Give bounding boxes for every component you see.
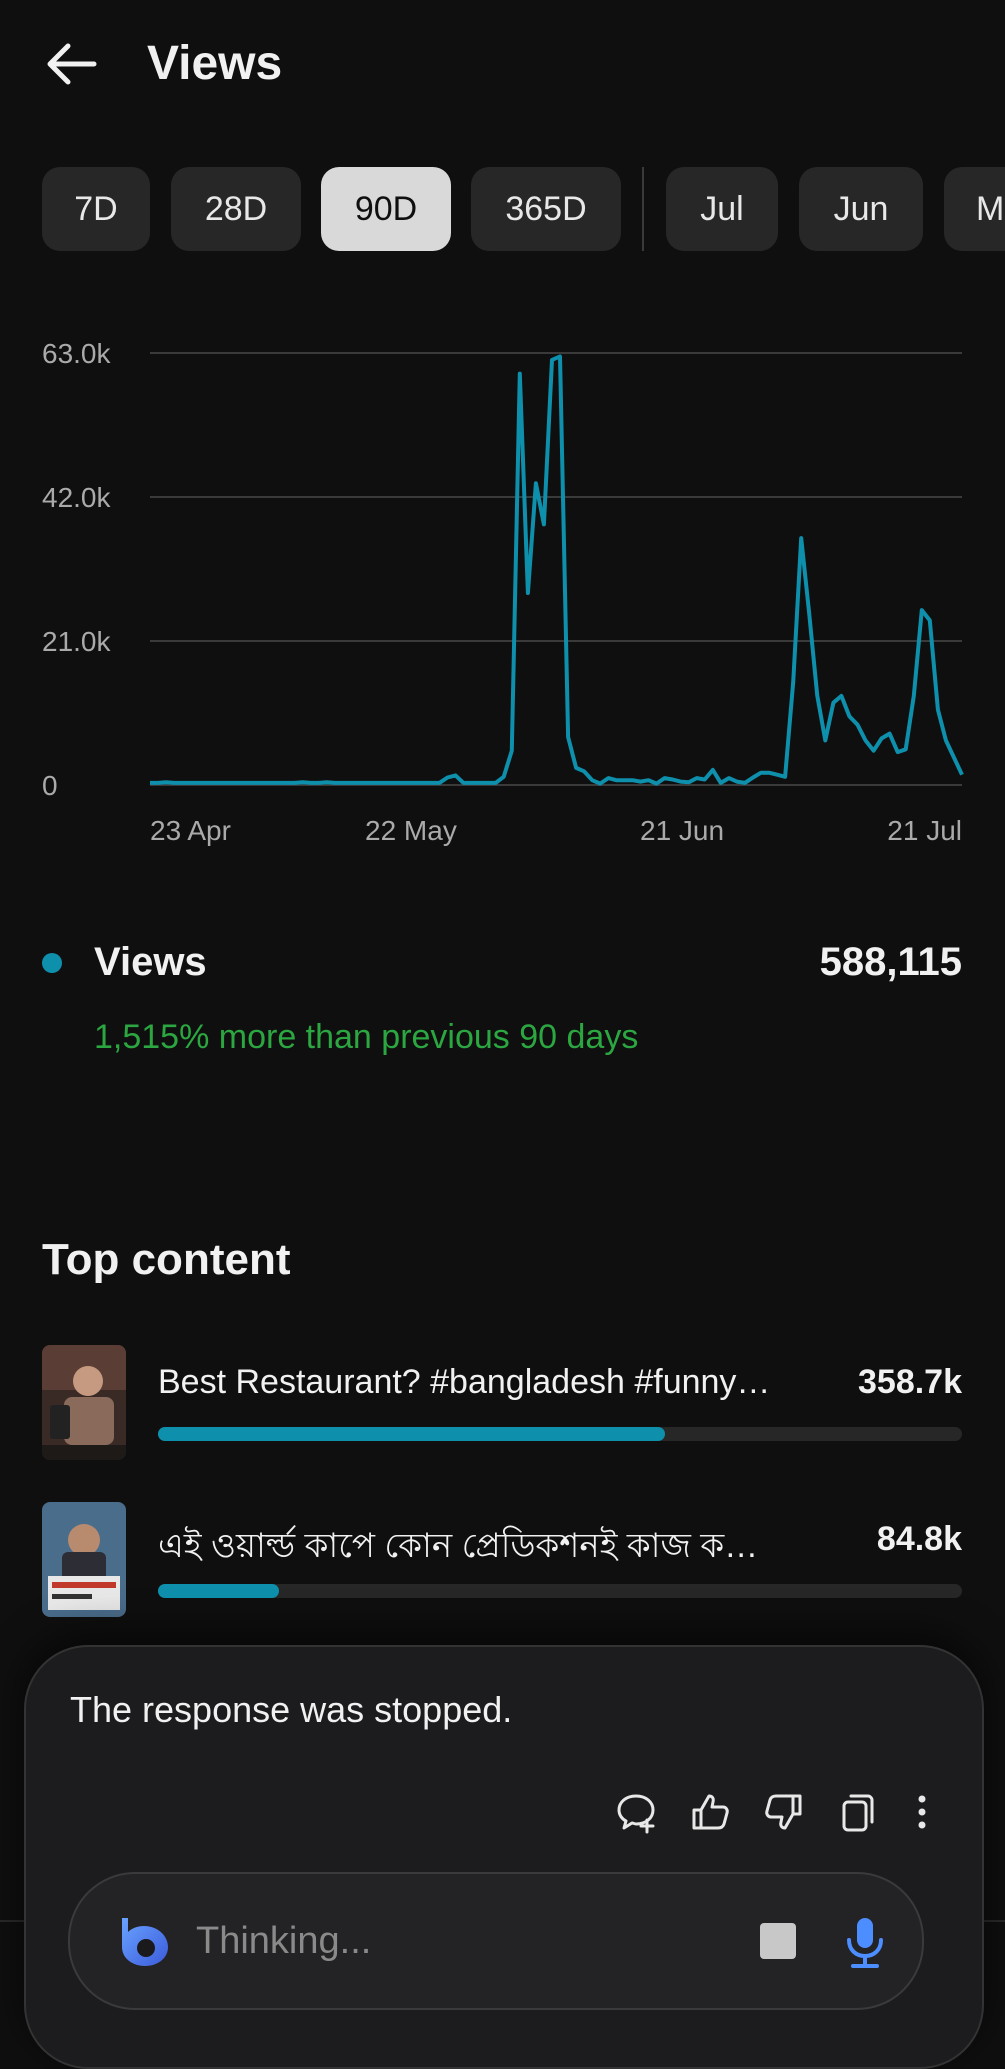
chip-365d[interactable]: 365D xyxy=(471,167,621,251)
chip-may[interactable]: M xyxy=(944,167,1005,251)
chip-divider xyxy=(642,167,644,251)
views-bar-fill xyxy=(158,1584,279,1598)
copy-icon[interactable] xyxy=(828,1777,888,1847)
content-title: এই ওয়ার্ল্ড কাপে কোন প্রেডিকশনই কাজ ক… xyxy=(158,1527,759,1565)
x-tick-label: 23 Apr xyxy=(150,815,231,846)
y-tick-label: 21.0k xyxy=(42,626,111,657)
stop-icon[interactable] xyxy=(760,1923,796,1959)
new-chat-icon[interactable] xyxy=(606,1777,666,1847)
y-tick-label: 42.0k xyxy=(42,482,111,513)
back-arrow-icon[interactable] xyxy=(42,34,102,94)
page-title: Views xyxy=(147,37,283,90)
views-bar xyxy=(158,1584,962,1598)
assistant-message: The response was stopped. xyxy=(70,1689,513,1730)
content-views: 84.8k xyxy=(876,1520,962,1558)
microphone-icon[interactable] xyxy=(840,1914,890,1970)
metric-summary: Views 588,115 1,515% more than previous … xyxy=(42,930,962,1070)
chip-label: Jul xyxy=(700,189,744,228)
thumbs-up-icon[interactable] xyxy=(680,1777,740,1847)
prompt-input[interactable]: Thinking... xyxy=(68,1872,924,2010)
y-tick-label: 0 xyxy=(42,770,58,801)
section-title: Top content xyxy=(42,1235,291,1284)
chip-90d[interactable]: 90D xyxy=(321,167,451,251)
views-bar-fill xyxy=(158,1427,665,1441)
input-placeholder: Thinking... xyxy=(196,1920,372,1962)
chip-label: 28D xyxy=(204,189,268,228)
thumbs-down-icon[interactable] xyxy=(754,1777,814,1847)
x-tick-label: 22 May xyxy=(365,815,457,846)
more-vert-icon[interactable] xyxy=(892,1777,952,1847)
chip-label: 365D xyxy=(505,189,587,228)
period-selector: 7D 28D 90D 365D Jul Jun M xyxy=(42,167,1005,251)
comparison-text: 1,515% more than previous 90 days xyxy=(94,1018,639,1056)
app-header: Views xyxy=(0,0,1005,130)
metric-label: Views xyxy=(94,940,207,984)
views-line-chart: 0 21.0k 42.0k 63.0k 23 Apr 22 May 21 Jun 21 Jul xyxy=(42,338,964,846)
video-thumbnail xyxy=(42,1502,126,1617)
chip-label: Jun xyxy=(833,189,889,228)
views-chart: 0 21.0k 42.0k 63.0k 23 Apr 22 May 21 Jun 21 Jul xyxy=(0,300,1005,860)
content-row[interactable]: এই ওয়ার্ল্ড কাপে কোন প্রেডিকশনই কাজ ক… … xyxy=(42,1502,962,1617)
x-tick-label: 21 Jun xyxy=(640,815,724,846)
assistant-logo-icon xyxy=(118,1914,172,1968)
chip-7d[interactable]: 7D xyxy=(42,167,150,251)
assistant-panel: The response was stopped. Thinking... xyxy=(24,1645,984,2069)
content-views: 358.7k xyxy=(858,1363,962,1401)
views-bar xyxy=(158,1427,962,1441)
views-series-line xyxy=(150,354,964,786)
y-tick-label: 63.0k xyxy=(42,338,111,369)
chip-label: 90D xyxy=(354,189,418,228)
response-actions xyxy=(586,1777,946,1847)
series-dot xyxy=(42,953,62,973)
content-row[interactable]: Best Restaurant? #bangladesh #funny… 358… xyxy=(42,1345,962,1460)
chip-jun[interactable]: Jun xyxy=(799,167,923,251)
content-title: Best Restaurant? #bangladesh #funny… xyxy=(158,1363,771,1401)
chip-jul[interactable]: Jul xyxy=(666,167,778,251)
chip-28d[interactable]: 28D xyxy=(171,167,301,251)
chip-label: 7D xyxy=(74,189,118,228)
metric-total: 588,115 xyxy=(819,940,962,984)
chip-label: M xyxy=(976,189,1005,228)
video-thumbnail xyxy=(42,1345,126,1460)
x-tick-label: 21 Jul xyxy=(887,815,962,846)
